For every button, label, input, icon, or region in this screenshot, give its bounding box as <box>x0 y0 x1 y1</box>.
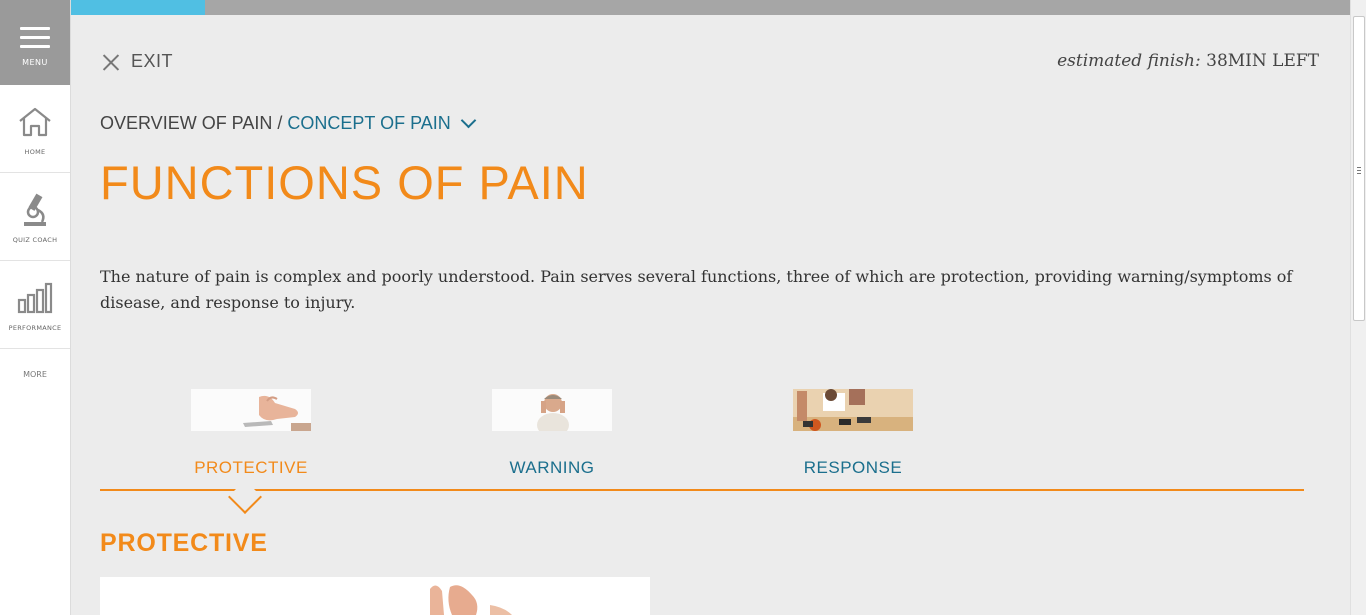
section-title: PROTECTIVE <box>100 529 268 557</box>
sidebar-item-label: QUIZ COACH <box>12 235 58 244</box>
page-title: FUNCTIONS OF PAIN <box>100 156 589 209</box>
menu-label: MENU <box>22 57 48 67</box>
page-scrollbar[interactable] <box>1350 0 1366 615</box>
response-thumbnail <box>793 389 913 431</box>
breadcrumb-current[interactable]: CONCEPT OF PAIN <box>287 113 450 134</box>
tab-label: RESPONSE <box>803 458 903 477</box>
estimated-finish: estimated finish: 38MIN LEFT <box>1057 51 1319 71</box>
tab-label: PROTECTIVE <box>194 458 308 477</box>
close-icon <box>101 52 121 72</box>
scrollbar-grip <box>1357 167 1361 174</box>
finish-prefix: estimated finish: <box>1057 51 1201 71</box>
active-tab-pointer <box>228 480 262 514</box>
sidebar-item-performance[interactable]: PERFORMANCE <box>0 261 70 349</box>
sidebar-item-label: HOME <box>24 147 46 156</box>
hamburger-icon <box>20 26 50 48</box>
finish-value: 38MIN LEFT <box>1206 51 1319 71</box>
warning-thumbnail <box>492 389 612 431</box>
microscope-icon <box>15 190 55 230</box>
bar-chart-icon <box>15 278 55 318</box>
protective-image <box>100 577 650 615</box>
sidebar-item-quiz-coach[interactable]: QUIZ COACH <box>0 173 70 261</box>
breadcrumb-separator: / <box>277 113 283 133</box>
sidebar-more[interactable]: MORE <box>0 349 70 399</box>
function-tabs: PROTECTIVE WARNING RESPONSE <box>100 389 1304 514</box>
breadcrumb: OVERVIEW OF PAIN / CONCEPT OF PAIN <box>100 112 477 134</box>
menu-button[interactable]: MENU <box>0 0 70 85</box>
exit-button[interactable]: EXIT <box>101 51 173 72</box>
protective-thumbnail <box>191 389 311 431</box>
tab-response[interactable]: RESPONSE <box>773 389 933 478</box>
scrollbar-thumb[interactable] <box>1353 16 1365 321</box>
tab-warning[interactable]: WARNING <box>472 389 632 478</box>
exit-label: EXIT <box>131 51 174 71</box>
breadcrumb-parent[interactable]: OVERVIEW OF PAIN <box>100 113 272 134</box>
home-icon <box>15 102 55 142</box>
sidebar-item-label: PERFORMANCE <box>8 323 62 332</box>
intro-paragraph: The nature of pain is complex and poorly… <box>100 267 1293 312</box>
chevron-down-icon[interactable] <box>460 112 477 129</box>
sidebar-item-home[interactable]: HOME <box>0 85 70 173</box>
tab-protective[interactable]: PROTECTIVE <box>171 389 331 478</box>
tab-label: WARNING <box>509 458 595 477</box>
course-progress-bar <box>71 0 1350 15</box>
sidebar: MENU HOME QUIZ COACH PERFORMANCE MORE <box>0 0 71 615</box>
progress-fill <box>71 0 206 15</box>
